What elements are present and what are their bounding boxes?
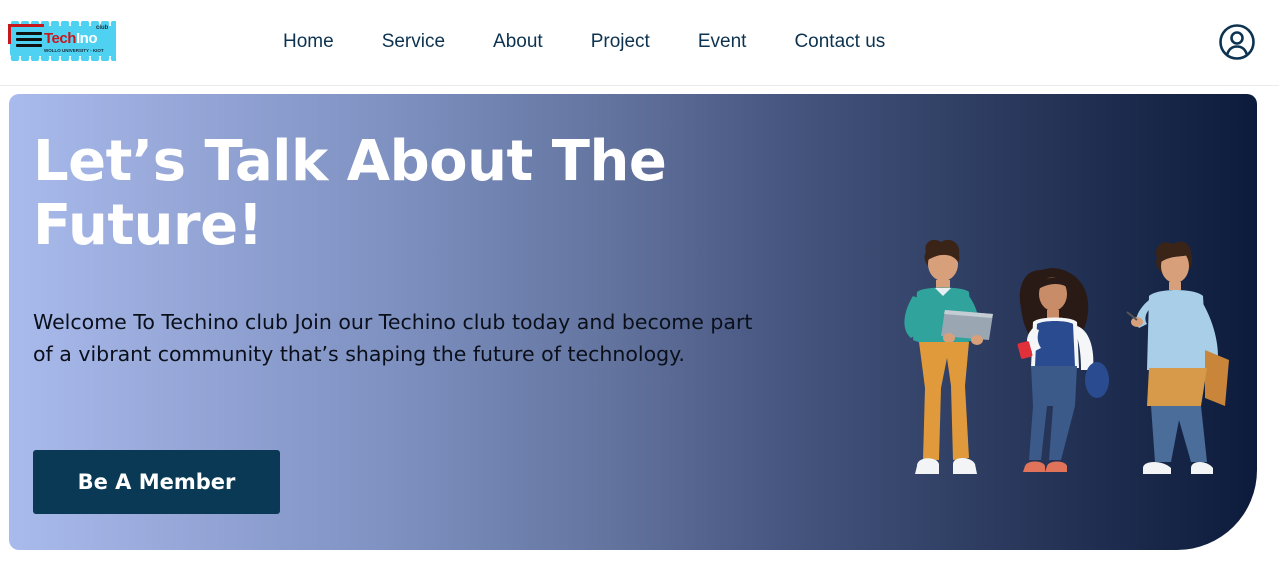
student-left-figure — [904, 239, 993, 474]
hero-title: Let’s Talk About The Future! — [33, 129, 667, 258]
logo-text-ino: Ino — [76, 30, 98, 47]
three-students-illustration — [904, 239, 1229, 474]
student-right-figure — [1126, 241, 1229, 474]
user-circle-icon — [1219, 24, 1255, 60]
nav-home[interactable]: Home — [283, 29, 334, 55]
nav-event[interactable]: Event — [698, 29, 747, 55]
nav-project[interactable]: Project — [591, 29, 650, 55]
logo-text-club: club — [96, 25, 109, 31]
user-account-button[interactable] — [1218, 23, 1256, 61]
hero-banner: Let’s Talk About The Future! Welcome To … — [9, 94, 1257, 550]
nav-service[interactable]: Service — [382, 29, 445, 55]
techino-logo[interactable]: Tech Ino club WOLLO UNIVERSITY - KIOT — [8, 18, 118, 64]
nav-about[interactable]: About — [493, 29, 543, 55]
logo-subtitle: WOLLO UNIVERSITY - KIOT — [44, 48, 104, 53]
nav-contact-us[interactable]: Contact us — [794, 29, 885, 55]
site-header: Tech Ino club WOLLO UNIVERSITY - KIOT Ho… — [0, 0, 1279, 86]
main-nav: Home Service About Project Event Contact… — [283, 29, 885, 55]
be-a-member-button[interactable]: Be A Member — [33, 450, 280, 514]
student-middle-figure — [1017, 268, 1109, 472]
logo-bars-icon — [16, 32, 42, 48]
hero-description: Welcome To Techino club Join our Techino… — [33, 310, 753, 366]
logo-text-tech: Tech — [44, 30, 76, 47]
